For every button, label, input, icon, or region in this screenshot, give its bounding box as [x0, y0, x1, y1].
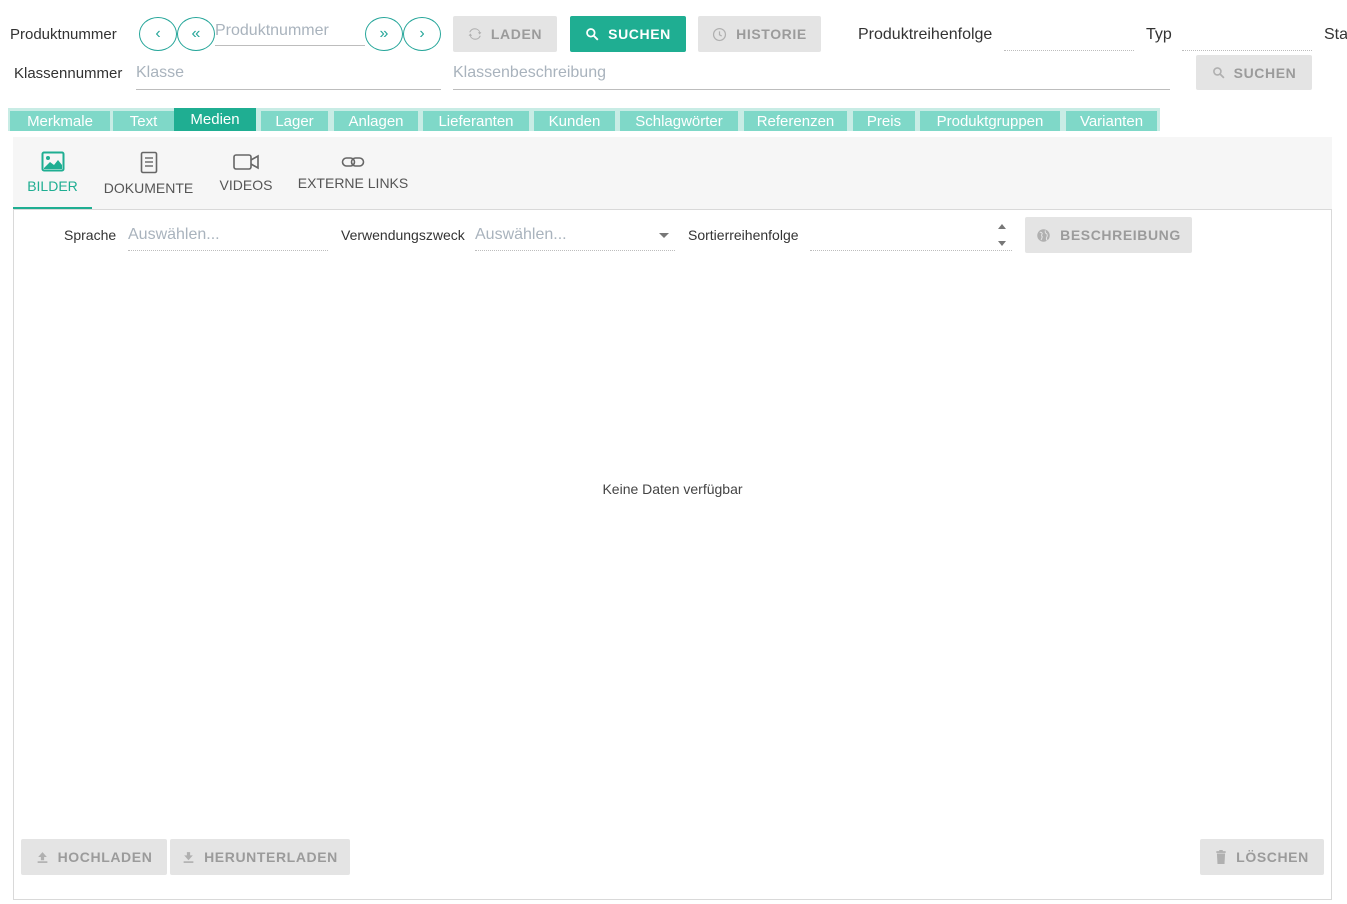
delete-button[interactable]: LÖSCHEN	[1200, 839, 1324, 875]
link-icon	[341, 157, 365, 167]
tab-varianten[interactable]: Varianten	[1066, 111, 1157, 131]
caret-down-icon	[659, 233, 669, 238]
class-input[interactable]: Klasse	[136, 64, 441, 90]
download-button[interactable]: HERUNTERLADEN	[170, 839, 350, 875]
spinner-up-icon[interactable]	[998, 224, 1006, 229]
double-chevron-left-icon: «	[191, 25, 201, 42]
trash-icon	[1216, 850, 1226, 864]
search-button[interactable]: SUCHEN	[570, 16, 686, 52]
tab-lieferanten[interactable]: Lieferanten	[423, 111, 529, 131]
double-chevron-right-icon: »	[379, 25, 389, 42]
prev-product-button[interactable]: ‹	[139, 17, 177, 51]
class-description-input[interactable]: Klassenbeschreibung	[453, 64, 1170, 90]
subtab-externe-links[interactable]: EXTERNE LINKS	[296, 137, 410, 209]
search-icon	[1212, 67, 1225, 79]
purpose-label: Verwendungszweck	[341, 227, 465, 243]
empty-state-text: Keine Daten verfügbar	[602, 481, 743, 497]
language-select[interactable]: Auswählen...	[128, 226, 328, 251]
purpose-select[interactable]: Auswählen...	[475, 226, 675, 251]
download-icon	[183, 851, 194, 863]
tab-anlagen[interactable]: Anlagen	[334, 111, 418, 131]
refresh-icon	[468, 28, 482, 40]
subtab-videos[interactable]: VIDEOS	[214, 137, 278, 209]
class-number-label: Klassennummer	[14, 65, 123, 82]
main-tab-bar: Merkmale Text Medien Lager Anlagen Liefe…	[8, 108, 1160, 131]
sort-order-input[interactable]	[810, 222, 1012, 251]
first-product-button[interactable]: «	[177, 17, 215, 51]
media-panel: Sprache Auswählen... Verwendungszweck Au…	[13, 209, 1332, 900]
description-button[interactable]: BESCHREIBUNG	[1025, 217, 1192, 253]
sort-order-label: Sortierreihenfolge	[688, 227, 799, 243]
subtab-dokumente[interactable]: DOKUMENTE	[101, 137, 196, 209]
tab-lager[interactable]: Lager	[261, 111, 328, 131]
product-order-label: Produktreihenfolge	[858, 26, 993, 43]
next-product-button[interactable]: ›	[403, 17, 441, 51]
load-button[interactable]: LADEN	[453, 16, 557, 52]
product-number-input[interactable]: Produktnummer	[215, 22, 365, 46]
upload-icon	[37, 851, 47, 863]
image-icon	[41, 151, 64, 171]
search-icon	[586, 28, 599, 41]
product-number-label: Produktnummer	[10, 26, 117, 43]
chevron-left-icon: ‹	[155, 25, 161, 42]
media-subtab-bar: BILDER DOKUMENTE VIDEOS EXTERNE LINKS	[13, 137, 1332, 209]
tab-preis[interactable]: Preis	[853, 111, 915, 131]
tab-kunden[interactable]: Kunden	[534, 111, 615, 131]
last-product-button[interactable]: »	[365, 17, 403, 51]
tab-merkmale[interactable]: Merkmale	[10, 111, 110, 131]
chevron-right-icon: ›	[419, 25, 425, 42]
product-order-input[interactable]	[1004, 22, 1134, 51]
type-label: Typ	[1146, 26, 1172, 43]
tab-text[interactable]: Text	[113, 111, 174, 131]
status-label: Sta	[1324, 26, 1347, 43]
clock-icon	[713, 27, 727, 41]
tab-schlagwoerter[interactable]: Schlagwörter	[620, 111, 738, 131]
tab-referenzen[interactable]: Referenzen	[744, 111, 847, 131]
tab-produktgruppen[interactable]: Produktgruppen	[920, 111, 1060, 131]
history-button[interactable]: HISTORIE	[698, 16, 821, 52]
class-search-button[interactable]: SUCHEN	[1196, 55, 1312, 90]
subtab-bilder[interactable]: BILDER	[13, 137, 92, 209]
language-label: Sprache	[64, 227, 117, 243]
globe-icon	[1037, 228, 1050, 242]
upload-button[interactable]: HOCHLADEN	[21, 839, 167, 875]
video-icon	[233, 154, 259, 170]
type-input[interactable]	[1182, 22, 1312, 51]
document-icon	[140, 151, 157, 173]
tab-medien[interactable]: Medien	[174, 108, 256, 131]
spinner-down-icon[interactable]	[998, 241, 1006, 246]
